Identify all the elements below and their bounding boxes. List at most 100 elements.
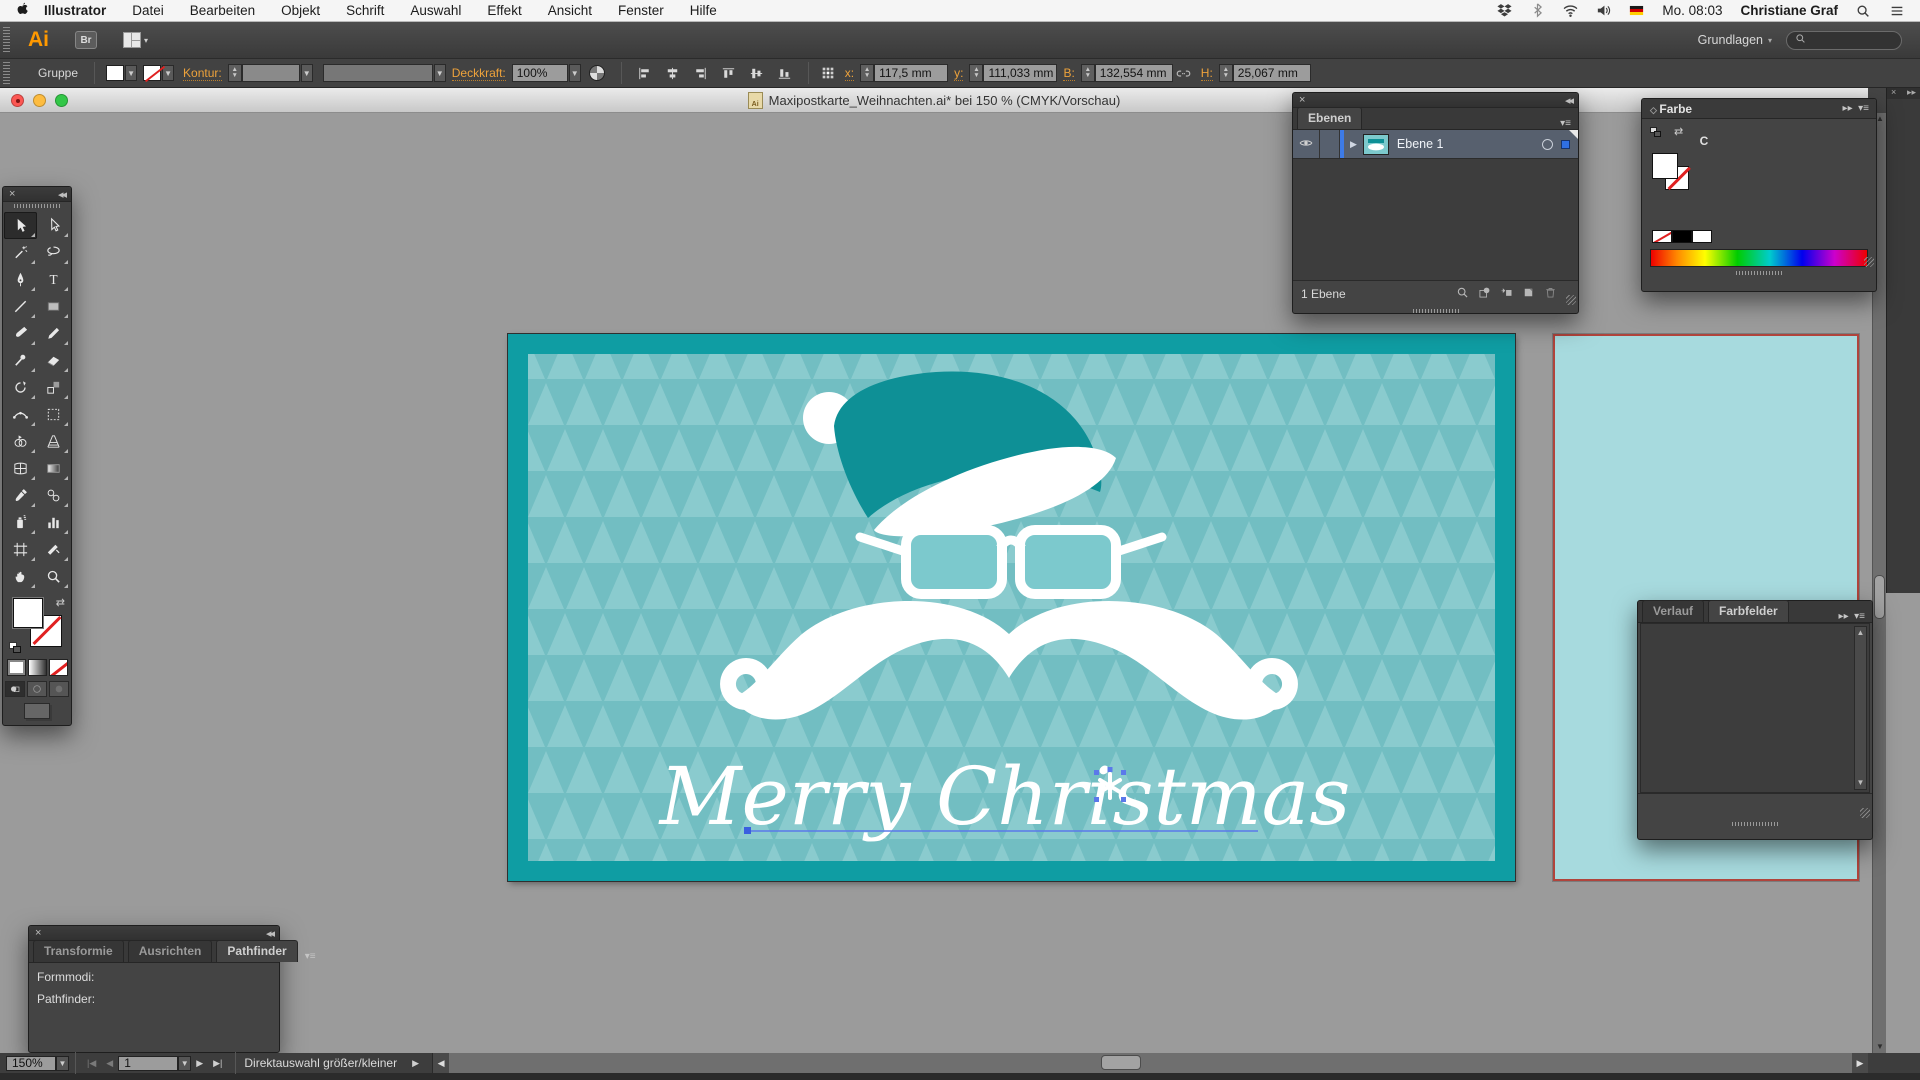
type-tool[interactable]: T — [37, 266, 70, 293]
draw-normal-mode[interactable] — [5, 681, 25, 697]
layer-target-icon[interactable] — [1542, 139, 1553, 150]
menu-illustrator[interactable]: Illustrator — [31, 0, 119, 22]
align-center-v-icon[interactable] — [746, 63, 768, 83]
locate-object-icon[interactable] — [1455, 285, 1470, 303]
tab-ebenen[interactable]: Ebenen — [1297, 107, 1362, 129]
screen-mode-button[interactable] — [24, 703, 50, 719]
align-bottom-icon[interactable] — [774, 63, 796, 83]
align-top-icon[interactable] — [718, 63, 740, 83]
wifi-icon[interactable] — [1559, 2, 1582, 19]
layer-row-ebene-1[interactable]: ▶ Ebene 1 — [1293, 130, 1578, 159]
menu-bearbeiten[interactable]: Bearbeiten — [177, 0, 268, 22]
tools-drag-handle[interactable] — [14, 204, 60, 208]
y-field[interactable]: 111,033 mm — [983, 64, 1057, 82]
direct-selection-tool[interactable] — [37, 212, 70, 239]
reference-point-locator[interactable] — [817, 63, 839, 83]
color-spectrum-bar[interactable] — [1650, 249, 1868, 267]
align-right-icon[interactable] — [690, 63, 712, 83]
eyedropper-tool[interactable] — [4, 482, 37, 509]
layers-panel-menu-icon[interactable]: ▾≡ — [1553, 118, 1578, 129]
stroke-weight-label[interactable]: Kontur: — [183, 66, 222, 81]
width-stepper[interactable]: ▲▼ — [1081, 64, 1095, 82]
new-layer-icon[interactable] — [1521, 285, 1536, 303]
layer-lock-toggle[interactable] — [1320, 130, 1340, 158]
hand-tool[interactable] — [4, 563, 37, 590]
pathfinder-collapse-icon[interactable]: ◂◂ — [260, 927, 279, 940]
horizontal-scrollbar[interactable]: ◀ ▶ — [432, 1053, 1920, 1073]
fill-proxy[interactable] — [13, 598, 43, 628]
tab-verlauf[interactable]: Verlauf — [1642, 600, 1704, 622]
bluetooth-icon[interactable] — [1526, 2, 1549, 19]
pathfinder-panel-menu-icon[interactable]: ▾≡ — [298, 951, 323, 962]
slice-tool[interactable] — [37, 536, 70, 563]
dropbox-icon[interactable] — [1493, 2, 1516, 19]
previous-artboard-button[interactable]: ◀ — [101, 1058, 118, 1069]
first-artboard-button[interactable]: |◀ — [82, 1058, 101, 1069]
selection-tool[interactable] — [4, 212, 37, 239]
rotate-tool[interactable] — [4, 374, 37, 401]
opacity-label[interactable]: Deckkraft: — [452, 66, 506, 81]
tab-transformieren[interactable]: Transformie — [33, 940, 124, 962]
notification-list-icon[interactable] — [1886, 3, 1908, 19]
vertical-scroll-thumb[interactable] — [1874, 575, 1885, 619]
swatches-scrollbar[interactable]: ▲ ▼ — [1854, 626, 1867, 790]
zoom-level-caret[interactable]: ▼ — [56, 1056, 69, 1071]
user-menu[interactable]: Christiane Graf — [1736, 3, 1842, 18]
stroke-weight-caret[interactable]: ▼ — [301, 64, 313, 82]
layer-visibility-toggle[interactable] — [1293, 130, 1320, 158]
line-segment-tool[interactable] — [4, 293, 37, 320]
align-left-icon[interactable] — [634, 63, 656, 83]
symbol-sprayer-tool[interactable] — [4, 509, 37, 536]
swatches-resize-grip[interactable] — [1860, 808, 1870, 818]
close-window-button[interactable] — [11, 94, 24, 107]
x-stepper[interactable]: ▲▼ — [860, 64, 874, 82]
color-drag-handle[interactable] — [1736, 271, 1782, 275]
artboard-number-field[interactable]: 1 — [118, 1056, 178, 1071]
app-search-field[interactable] — [1786, 31, 1902, 50]
width-tool[interactable] — [4, 401, 37, 428]
x-field[interactable]: 117,5 mm — [874, 64, 948, 82]
volume-icon[interactable] — [1592, 2, 1615, 19]
fill-stroke-indicator[interactable]: ⇄ — [3, 594, 71, 656]
free-transform-tool[interactable] — [37, 401, 70, 428]
layer-disclosure-triangle[interactable]: ▶ — [1344, 139, 1363, 150]
height-field[interactable]: 25,067 mm — [1233, 64, 1311, 82]
quick-white-swatch[interactable] — [1692, 230, 1712, 243]
artboard-1-postcard[interactable]: Merry Christmas — [508, 334, 1515, 881]
bridge-button[interactable]: Br — [75, 31, 97, 49]
perspective-grid-tool[interactable] — [37, 428, 70, 455]
tab-ausrichten[interactable]: Ausrichten — [128, 940, 213, 962]
tools-collapse-icon[interactable]: ◂◂ — [52, 188, 71, 201]
search-input[interactable] — [1811, 33, 1891, 47]
opacity-caret[interactable]: ▼ — [569, 64, 581, 82]
blob-brush-tool[interactable] — [4, 347, 37, 374]
none-button[interactable] — [49, 659, 68, 676]
y-stepper[interactable]: ▲▼ — [969, 64, 983, 82]
clock[interactable]: Mo. 08:03 — [1658, 3, 1726, 18]
swap-fill-stroke-icon[interactable]: ⇄ — [56, 596, 65, 609]
zoom-level-field[interactable]: 150% — [6, 1056, 56, 1071]
layers-list-area[interactable] — [1293, 159, 1578, 280]
artboard-tool[interactable] — [4, 536, 37, 563]
tab-pathfinder[interactable]: Pathfinder — [216, 940, 297, 962]
new-sublayer-icon[interactable] — [1499, 285, 1514, 303]
horizontal-scroll-thumb[interactable] — [1101, 1055, 1141, 1070]
zoom-window-button[interactable] — [55, 94, 68, 107]
color-fill-proxy[interactable] — [1652, 153, 1678, 179]
tab-farbfelder[interactable]: Farbfelder — [1708, 600, 1789, 622]
menu-datei[interactable]: Datei — [119, 0, 177, 22]
last-artboard-button[interactable]: ▶| — [208, 1058, 227, 1069]
dock-close-icon[interactable]: × — [1891, 87, 1896, 97]
swatches-panel-menu-icon[interactable]: ▸▸ ▾≡ — [1832, 611, 1872, 622]
swatches-scroll-down-icon[interactable]: ▼ — [1855, 777, 1866, 789]
make-clipping-mask-icon[interactable] — [1477, 285, 1492, 303]
color-resize-grip[interactable] — [1864, 257, 1874, 267]
color-button[interactable] — [7, 659, 26, 676]
stroke-weight-field[interactable] — [242, 64, 300, 82]
align-center-h-icon[interactable] — [662, 63, 684, 83]
menu-hilfe[interactable]: Hilfe — [677, 0, 730, 22]
canvas-pasteboard[interactable]: Merry Christmas — [0, 113, 1872, 1053]
layers-collapse-icon[interactable]: ◂◂ — [1559, 94, 1578, 107]
y-label[interactable]: y: — [954, 66, 963, 81]
stroke-weight-stepper[interactable]: ▲▼ — [228, 64, 242, 82]
